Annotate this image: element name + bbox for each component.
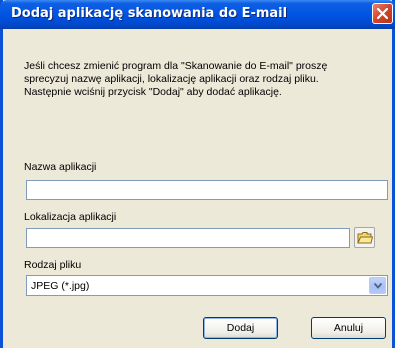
app-location-label: Lokalizacja aplikacji xyxy=(24,211,117,223)
file-type-value: JPEG (*.jpg) xyxy=(31,280,90,292)
description-line-3: Następnie wciśnij przycisk "Dodaj" aby d… xyxy=(24,86,282,98)
file-type-label: Rodzaj pliku xyxy=(24,259,82,271)
description-line-2: sprecyzuj nazwę aplikacji, lokalizację a… xyxy=(24,73,319,85)
browse-button[interactable] xyxy=(354,227,375,248)
app-name-input[interactable] xyxy=(26,180,388,200)
description-text: Jeśli chcesz zmienić program dla "Skanow… xyxy=(24,60,384,99)
add-button[interactable]: Dodaj xyxy=(203,317,278,339)
window-title: Dodaj aplikację skanowania do E-mail xyxy=(11,6,288,21)
app-name-label: Nazwa aplikacji xyxy=(24,161,97,173)
dropdown-button[interactable] xyxy=(369,277,386,294)
folder-icon xyxy=(357,232,373,244)
file-type-select[interactable]: JPEG (*.jpg) xyxy=(26,275,388,296)
chevron-down-icon xyxy=(374,283,382,289)
title-bar[interactable]: Dodaj aplikację skanowania do E-mail xyxy=(0,0,395,29)
close-button[interactable] xyxy=(372,3,393,24)
app-location-input[interactable] xyxy=(26,228,350,248)
dialog-body: Jeśli chcesz zmienić program dla "Skanow… xyxy=(3,29,392,348)
description-line-1: Jeśli chcesz zmienić program dla "Skanow… xyxy=(24,60,328,72)
cancel-button[interactable]: Anuluj xyxy=(311,317,386,339)
dialog-window: Dodaj aplikację skanowania do E-mail Jeś… xyxy=(0,0,395,348)
close-icon xyxy=(377,8,388,19)
